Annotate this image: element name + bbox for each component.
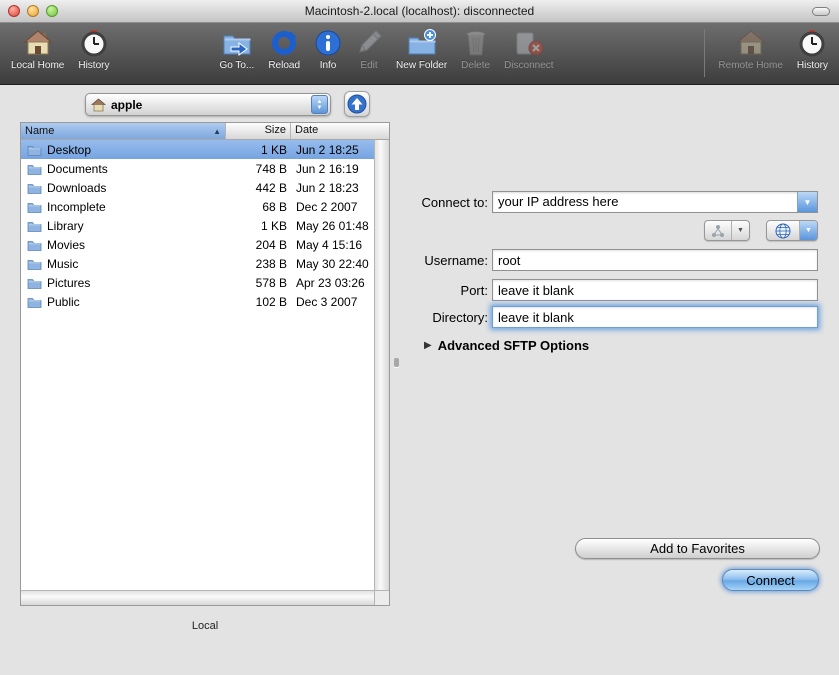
home-folder-icon (91, 97, 106, 112)
table-row[interactable]: Movies 204 B May 4 15:16 (21, 235, 374, 254)
advanced-sftp-disclosure[interactable]: ▶ Advanced SFTP Options (424, 338, 589, 353)
folder-icon (27, 182, 42, 194)
location-popup-value: apple (111, 97, 143, 112)
connect-to-value[interactable]: your IP address here (493, 192, 797, 212)
connect-to-label: Connect to: (421, 195, 489, 210)
pencil-icon (356, 27, 382, 59)
folder-icon (27, 201, 42, 213)
local-home-button[interactable]: Local Home (4, 27, 71, 71)
scrollbar-corner (374, 590, 389, 605)
folder-icon (27, 258, 42, 270)
disconnect-icon (514, 27, 544, 59)
table-row[interactable]: Library 1 KB May 26 01:48 (21, 216, 374, 235)
table-row[interactable]: Music 238 B May 30 22:40 (21, 254, 374, 273)
info-icon (314, 27, 342, 59)
toolbar-label: Info (319, 60, 337, 71)
column-header-size[interactable]: Size (226, 123, 291, 139)
toolbar-label: Edit (360, 60, 378, 71)
toolbar-label: Go To... (219, 60, 255, 71)
new-folder-button[interactable]: New Folder (389, 27, 454, 71)
toolbar-label: History (796, 60, 828, 71)
close-button[interactable] (8, 5, 20, 17)
connect-button[interactable]: Connect (722, 569, 819, 591)
title-bar: Macintosh-2.local (localhost): disconnec… (0, 0, 839, 23)
location-popup[interactable]: apple ▲ ▼ (85, 93, 331, 116)
table-row[interactable]: Documents 748 B Jun 2 16:19 (21, 159, 374, 178)
up-directory-button[interactable] (344, 91, 370, 117)
folder-go-icon (222, 27, 252, 59)
remote-history-button[interactable]: History (790, 27, 835, 71)
column-header-date[interactable]: Date (291, 123, 389, 139)
toolbar-divider (704, 29, 706, 77)
advanced-sftp-label: Advanced SFTP Options (437, 338, 590, 353)
folder-icon (27, 296, 42, 308)
table-row[interactable]: Downloads 442 B Jun 2 18:23 (21, 178, 374, 197)
disclosure-triangle-icon: ▶ (424, 340, 432, 351)
table-body: Desktop 1 KB Jun 2 18:25 Documents 748 B… (21, 140, 374, 590)
clock-icon (80, 27, 108, 59)
toolbar-label: History (78, 60, 110, 71)
house-icon (23, 27, 53, 59)
directory-label: Directory: (432, 310, 488, 325)
bonjour-icon[interactable] (705, 221, 732, 240)
info-button[interactable]: Info (307, 27, 349, 71)
up-arrow-icon (347, 94, 367, 114)
remote-home-button[interactable]: Remote Home (711, 27, 789, 71)
toolbar-label: Reload (268, 60, 301, 71)
browse-picker-control: ▼ (766, 220, 818, 241)
table-row[interactable]: Public 102 B Dec 3 2007 (21, 292, 374, 311)
directory-field[interactable] (492, 306, 818, 328)
house-icon (736, 27, 766, 59)
reload-icon (270, 27, 298, 59)
minimize-button[interactable] (27, 5, 39, 17)
main-content: apple ▲ ▼ Name ▲ Size Date Desktop 1 KB … (0, 86, 839, 675)
disconnect-button[interactable]: Disconnect (497, 27, 560, 71)
local-history-button[interactable]: History (71, 27, 116, 71)
folder-icon (27, 239, 42, 251)
table-row[interactable]: Pictures 578 B Apr 23 03:26 (21, 273, 374, 292)
clock-icon (798, 27, 826, 59)
edit-button[interactable]: Edit (349, 27, 389, 71)
sort-ascending-icon: ▲ (213, 126, 221, 136)
connect-to-combobox[interactable]: your IP address here ▼ (492, 191, 818, 213)
toolbar-label: Delete (461, 60, 491, 71)
username-field[interactable] (492, 249, 818, 271)
toolbar-label: Remote Home (718, 60, 783, 71)
column-header-name[interactable]: Name ▲ (21, 123, 226, 139)
combo-dropdown-button[interactable]: ▼ (797, 192, 817, 212)
table-header-row: Name ▲ Size Date (21, 123, 389, 140)
folder-plus-icon (407, 27, 437, 59)
horizontal-scrollbar[interactable] (21, 590, 374, 605)
network-picker-control: ▼ (704, 220, 750, 241)
delete-button[interactable]: Delete (454, 27, 497, 71)
folder-icon (27, 220, 42, 232)
table-row[interactable]: Desktop 1 KB Jun 2 18:25 (21, 140, 374, 159)
table-row[interactable]: Incomplete 68 B Dec 2 2007 (21, 197, 374, 216)
port-field[interactable] (492, 279, 818, 301)
pane-footer-label: Local (191, 620, 219, 632)
file-browser-table: Name ▲ Size Date Desktop 1 KB Jun 2 18:2… (20, 122, 390, 606)
popup-arrows-icon: ▲ ▼ (311, 95, 328, 114)
go-to-button[interactable]: Go To... (212, 27, 261, 71)
app-window: Macintosh-2.local (localhost): disconnec… (0, 0, 839, 675)
pane-splitter-handle[interactable] (394, 358, 399, 367)
toolbar-label: Disconnect (504, 60, 554, 71)
network-dropdown-button[interactable]: ▼ (732, 221, 749, 240)
toolbar-toggle-button[interactable] (812, 7, 830, 16)
trash-icon (465, 27, 487, 59)
zoom-button[interactable] (46, 5, 58, 17)
toolbar-label: Local Home (11, 60, 65, 71)
browse-dropdown-button[interactable]: ▼ (800, 221, 817, 240)
port-label: Port: (460, 283, 488, 298)
reload-button[interactable]: Reload (261, 27, 307, 71)
folder-icon (27, 144, 42, 156)
toolbar: Local Home History Go To... Reload Info … (0, 23, 839, 85)
window-title: Macintosh-2.local (localhost): disconnec… (304, 4, 535, 18)
username-label: Username: (424, 253, 488, 268)
folder-icon (27, 277, 42, 289)
toolbar-label: New Folder (396, 60, 448, 71)
globe-icon[interactable] (767, 221, 800, 240)
add-to-favorites-button[interactable]: Add to Favorites (575, 538, 820, 559)
folder-icon (27, 163, 42, 175)
